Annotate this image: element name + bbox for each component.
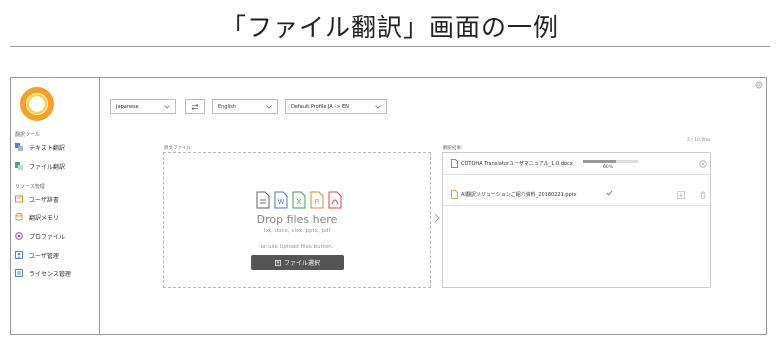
chevron-down-icon xyxy=(266,104,272,109)
result-row[interactable]: AI翻訳ソリューションご紹介資料_20180221.pptx xyxy=(443,184,710,206)
result-row[interactable]: COTOHA Translatorユーザマニュアル_1.0.docx 60% xyxy=(443,153,710,175)
chevron-down-icon xyxy=(164,104,170,109)
nav-section-resources: リソース管理 xyxy=(15,184,45,190)
drop-title: Drop files here xyxy=(256,213,338,226)
text-translate-icon xyxy=(15,143,23,151)
supported-file-types: txt, docx, xlsx, pptx, pdf xyxy=(263,228,331,234)
chevron-right-icon xyxy=(434,213,440,223)
swap-languages-button[interactable] xyxy=(185,99,205,114)
file-translate-icon xyxy=(15,162,23,170)
sidebar-item-user-dictionary[interactable]: ユーザ辞書 xyxy=(15,194,59,204)
files-count: 2 / 10 files xyxy=(687,138,711,143)
document-icon xyxy=(451,159,458,168)
sidebar-item-profile[interactable]: プロファイル xyxy=(15,231,65,241)
user-admin-icon xyxy=(15,251,23,259)
nav-section-tools: 翻訳ツール xyxy=(15,132,41,138)
docx-file-icon: W xyxy=(274,191,288,209)
upload-files-button[interactable]: ファイル選択 xyxy=(251,255,344,270)
translation-progress-bar xyxy=(583,160,638,163)
trash-icon[interactable] xyxy=(699,191,707,199)
profile-icon xyxy=(15,232,23,240)
profile-value: Default Profile JA -> EN xyxy=(291,103,349,110)
sidebar-item-label: プロファイル xyxy=(29,233,66,241)
target-language-value: English xyxy=(218,103,237,110)
sidebar-item-label: ファイル翻訳 xyxy=(29,163,66,171)
target-language-select[interactable]: English xyxy=(212,99,278,114)
sidebar-item-license-admin[interactable]: ライセンス管理 xyxy=(15,268,71,278)
pptx-file-icon: P xyxy=(310,191,324,209)
progress-fill xyxy=(583,160,616,163)
upload-icon xyxy=(275,259,281,266)
sidebar-item-user-admin[interactable]: ユーザ管理 xyxy=(15,250,59,260)
cancel-icon[interactable] xyxy=(699,160,707,168)
source-language-select[interactable]: Japanese xyxy=(110,99,176,114)
sidebar-item-file-translate[interactable]: ファイル翻訳 xyxy=(15,161,65,171)
swap-icon xyxy=(191,103,199,110)
result-file-name: AI翻訳ソリューションご紹介資料_20180221.pptx xyxy=(461,192,577,198)
title-divider xyxy=(10,46,770,47)
progress-percent: 60% xyxy=(603,165,614,170)
file-type-icons: W X P xyxy=(256,191,342,209)
result-file-name: COTOHA Translatorユーザマニュアル_1.0.docx xyxy=(461,161,573,167)
svg-text:P: P xyxy=(315,199,320,206)
chevron-down-icon xyxy=(375,104,381,109)
download-icon[interactable] xyxy=(677,191,685,199)
pptx-file-icon xyxy=(451,190,458,199)
results-label: 翻訳結果: xyxy=(443,146,463,151)
sidebar-item-text-translate[interactable]: テキスト翻訳 xyxy=(15,142,65,152)
sidebar: 翻訳ツール テキスト翻訳 ファイル翻訳 リソース管理 ユーザ辞書 翻訳メモリ プ… xyxy=(11,78,100,334)
svg-text:X: X xyxy=(297,199,302,206)
svg-text:W: W xyxy=(278,199,285,206)
sidebar-item-label: ライセンス管理 xyxy=(29,270,71,278)
upload-button-label: ファイル選択 xyxy=(283,260,320,267)
checkmark-icon xyxy=(606,190,613,196)
sidebar-item-label: ユーザ管理 xyxy=(29,252,59,260)
database-icon xyxy=(15,213,23,221)
dictionary-icon xyxy=(15,195,23,203)
sidebar-item-label: テキスト翻訳 xyxy=(29,144,65,152)
txt-file-icon xyxy=(256,191,270,209)
source-language-value: Japanese xyxy=(116,103,139,110)
gear-icon[interactable] xyxy=(755,81,763,89)
page-title: 「ファイル翻訳」画面の一例 xyxy=(220,13,559,42)
sidebar-item-translation-memory[interactable]: 翻訳メモリ xyxy=(15,212,59,222)
file-drop-zone[interactable]: W X P Drop files here txt, docx, xlsx, p… xyxy=(163,152,431,288)
source-files-label: 原文ファイル: xyxy=(164,146,193,151)
license-icon xyxy=(15,269,23,277)
app-window: 翻訳ツール テキスト翻訳 ファイル翻訳 リソース管理 ユーザ辞書 翻訳メモリ プ… xyxy=(10,77,767,335)
main-panel: Japanese English Default Profile JA -> E… xyxy=(100,78,766,334)
app-logo xyxy=(20,87,54,121)
profile-select[interactable]: Default Profile JA -> EN xyxy=(285,99,387,114)
translation-results-panel: COTOHA Translatorユーザマニュアル_1.0.docx 60% A… xyxy=(442,152,711,288)
pdf-file-icon xyxy=(328,191,342,209)
sidebar-item-label: ユーザ辞書 xyxy=(29,196,59,204)
xlsx-file-icon: X xyxy=(292,191,306,209)
sidebar-item-label: 翻訳メモリ xyxy=(29,214,60,222)
upload-hint: or use Upload files button. xyxy=(260,244,334,250)
